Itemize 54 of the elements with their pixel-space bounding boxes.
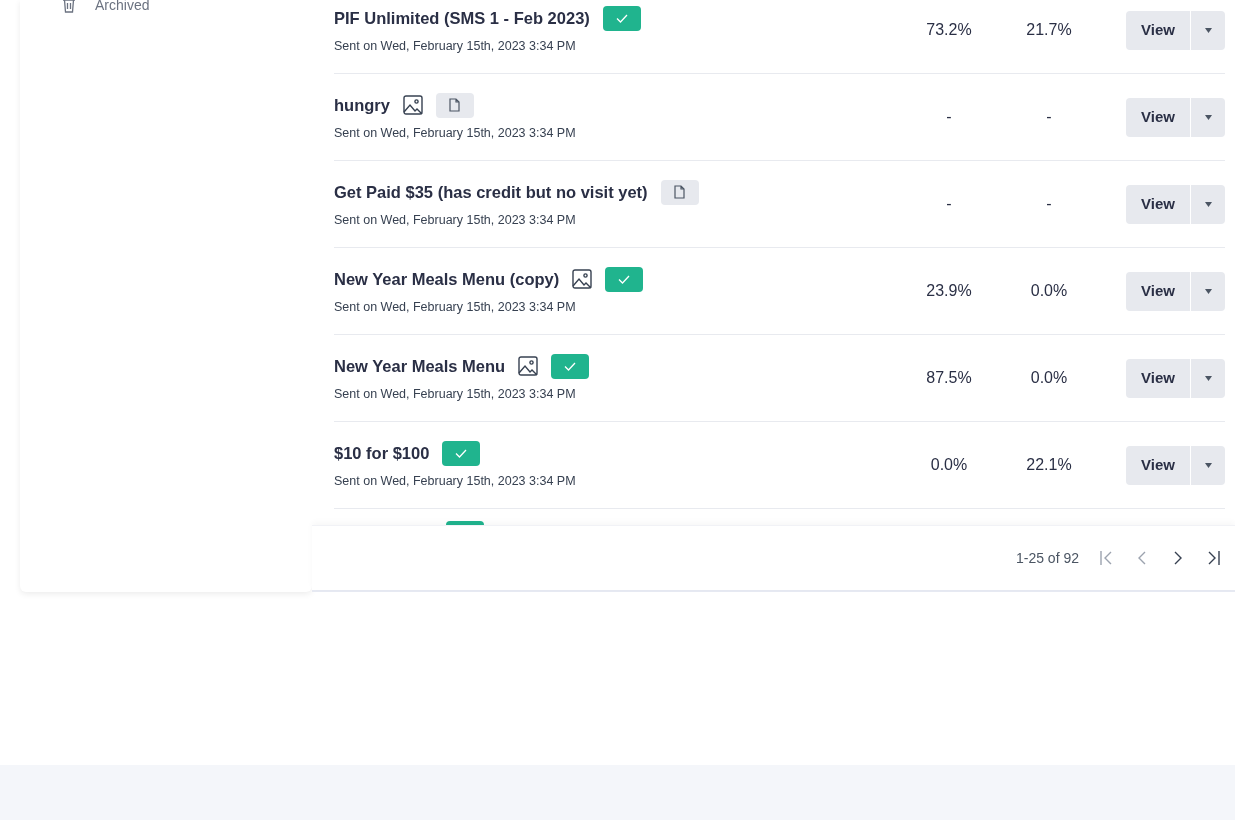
check-icon bbox=[615, 13, 628, 23]
document-icon bbox=[449, 98, 461, 113]
rate-cell-text: 0.0% bbox=[1029, 281, 1069, 301]
check-icon bbox=[564, 361, 577, 371]
message-title: New Year Meals Menu bbox=[334, 355, 506, 377]
view-button[interactable]: View bbox=[1126, 10, 1190, 50]
sent-date: Sent on Wed, February 15th, 2023 3:34 PM bbox=[334, 298, 577, 316]
sidebar-item[interactable]: Archived bbox=[95, 0, 150, 12]
sent-date: Sent on Wed, February 15th, 2023 3:34 PM bbox=[334, 385, 577, 403]
check-icon bbox=[618, 274, 631, 284]
rate-cell-text: - bbox=[945, 194, 953, 214]
rate-cell-text: - bbox=[1045, 194, 1053, 214]
sent-date: Sent on Wed, February 15th, 2023 3:34 PM bbox=[334, 37, 577, 55]
rate-cell-text: 0.0% bbox=[1029, 368, 1069, 388]
view-button[interactable]: View bbox=[1126, 271, 1190, 311]
view-button[interactable]: View bbox=[1126, 445, 1190, 485]
rate-cell-text: - bbox=[945, 107, 953, 127]
check-icon bbox=[455, 448, 468, 458]
rate-cell-text: 21.7% bbox=[1025, 20, 1073, 40]
caret-icon bbox=[1204, 201, 1212, 207]
dropdown-button[interactable] bbox=[1190, 97, 1225, 137]
rate-cell-text: 22.1% bbox=[1025, 455, 1073, 475]
document-icon bbox=[674, 185, 686, 200]
sent-date: Sent on Wed, February 15th, 2023 3:34 PM bbox=[334, 124, 577, 142]
view-button[interactable]: View bbox=[1126, 358, 1190, 398]
dropdown-button[interactable] bbox=[1190, 271, 1225, 311]
trash-icon bbox=[62, 0, 76, 13]
dropdown-button[interactable] bbox=[1190, 358, 1225, 398]
rate-cell-text: 87.5% bbox=[925, 368, 973, 388]
dropdown-button[interactable] bbox=[1190, 10, 1225, 50]
message-title: $10 for $100 bbox=[334, 442, 430, 464]
rate-cell-text: 0.0% bbox=[929, 455, 969, 475]
caret-icon bbox=[1204, 288, 1212, 294]
message-title: hungry bbox=[334, 94, 390, 116]
view-button[interactable]: View bbox=[1126, 184, 1190, 224]
image-icon bbox=[518, 356, 539, 377]
page-range: 1-25 of 92 bbox=[1015, 548, 1079, 568]
caret-icon bbox=[1204, 462, 1212, 468]
caret-icon bbox=[1204, 27, 1212, 33]
dropdown-button[interactable] bbox=[1190, 184, 1225, 224]
rate-cell-text: 23.9% bbox=[925, 281, 973, 301]
message-title: PIF Unlimited (SMS 1 - Feb 2023) bbox=[334, 7, 590, 29]
caret-icon bbox=[1204, 375, 1212, 381]
message-title: New Year Meals Menu (copy) bbox=[334, 268, 560, 290]
sent-date: Sent on Wed, February 15th, 2023 3:34 PM bbox=[334, 211, 577, 229]
dropdown-button[interactable] bbox=[1190, 445, 1225, 485]
image-icon bbox=[572, 269, 593, 290]
view-button[interactable]: View bbox=[1126, 97, 1190, 137]
sent-date: Sent on Wed, February 15th, 2023 3:34 PM bbox=[334, 472, 577, 490]
image-icon bbox=[402, 95, 423, 116]
caret-icon bbox=[1204, 114, 1212, 120]
message-title: Get Paid $35 (has credit but no visit yet) bbox=[334, 181, 648, 203]
rate-cell-text: 73.2% bbox=[925, 20, 973, 40]
rate-cell-text: - bbox=[1045, 107, 1053, 127]
